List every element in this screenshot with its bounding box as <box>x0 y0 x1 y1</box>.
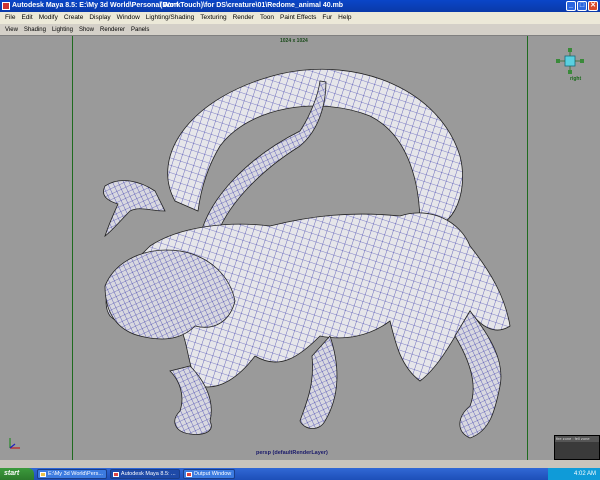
menu-window[interactable]: Window <box>117 12 140 24</box>
menu-paint-effects[interactable]: Paint Effects <box>280 12 316 24</box>
panel-menu-shading[interactable]: Shading <box>24 24 46 35</box>
menu-file[interactable]: File <box>5 12 15 24</box>
zone-label: fire zone : fell zone <box>555 436 599 442</box>
maya-icon <box>185 472 192 477</box>
taskbar-item-maya[interactable]: Autodesk Maya 8.5: ... <box>109 469 180 479</box>
zone-panel[interactable]: fire zone : fell zone <box>554 435 600 460</box>
menu-modify[interactable]: Modify <box>39 12 58 24</box>
title-bar: Autodesk Maya 8.5: E:\My 3d World\Person… <box>0 0 600 12</box>
menu-fur[interactable]: Fur <box>322 12 332 24</box>
taskbar-item-label: Output Window <box>193 471 232 477</box>
taskbar-item-explorer[interactable]: E:\My 3d World\Pers... <box>37 469 107 479</box>
windows-taskbar: start E:\My 3d World\Pers... Autodesk Ma… <box>0 468 600 480</box>
axis-gizmo-icon <box>9 438 20 449</box>
close-button[interactable]: ✕ <box>588 1 598 11</box>
view-direction-label: right <box>570 76 582 82</box>
taskbar-item-output-window[interactable]: Output Window <box>182 469 236 479</box>
menu-help[interactable]: Help <box>338 12 351 24</box>
window-title-path: (Dont Touch)\for DS\creature\01\Redome_a… <box>160 2 344 9</box>
main-menu-bar: File Edit Modify Create Display Window L… <box>0 12 600 24</box>
panel-menu-view[interactable]: View <box>5 24 18 35</box>
menu-create[interactable]: Create <box>64 12 84 24</box>
camera-label: persp (defaultRenderLayer) <box>256 450 328 456</box>
taskbar-item-label: E:\My 3d World\Pers... <box>48 471 103 477</box>
panel-menu-bar: View Shading Lighting Show Renderer Pane… <box>0 24 600 36</box>
clock[interactable]: 4:02 AM <box>574 471 596 477</box>
window-title: Autodesk Maya 8.5: E:\My 3d World\Person… <box>12 2 181 9</box>
start-button[interactable]: start <box>0 468 34 480</box>
menu-display[interactable]: Display <box>89 12 110 24</box>
menu-texturing[interactable]: Texturing <box>200 12 226 24</box>
minimize-button[interactable]: _ <box>566 1 576 11</box>
panel-menu-show[interactable]: Show <box>79 24 94 35</box>
status-line <box>0 460 600 468</box>
taskbar-item-label: Autodesk Maya 8.5: ... <box>120 471 176 477</box>
menu-lighting-shading[interactable]: Lighting/Shading <box>146 12 194 24</box>
system-tray: 4:02 AM <box>548 468 600 480</box>
menu-edit[interactable]: Edit <box>21 12 32 24</box>
perspective-viewport[interactable]: 1024 x 1024 right persp (defaultRenderLa… <box>0 36 600 460</box>
creature-wireframe-model[interactable] <box>0 36 600 460</box>
window-controls: _ □ ✕ <box>566 1 598 11</box>
panel-menu-lighting[interactable]: Lighting <box>52 24 73 35</box>
maya-icon <box>112 472 119 477</box>
menu-render[interactable]: Render <box>233 12 254 24</box>
menu-toon[interactable]: Toon <box>260 12 274 24</box>
maya-app-icon[interactable] <box>2 2 10 10</box>
panel-menu-renderer[interactable]: Renderer <box>100 24 125 35</box>
panel-menu-panels[interactable]: Panels <box>131 24 149 35</box>
folder-icon <box>40 472 46 477</box>
view-compass[interactable]: right <box>548 42 592 86</box>
maximize-button[interactable]: □ <box>577 1 587 11</box>
